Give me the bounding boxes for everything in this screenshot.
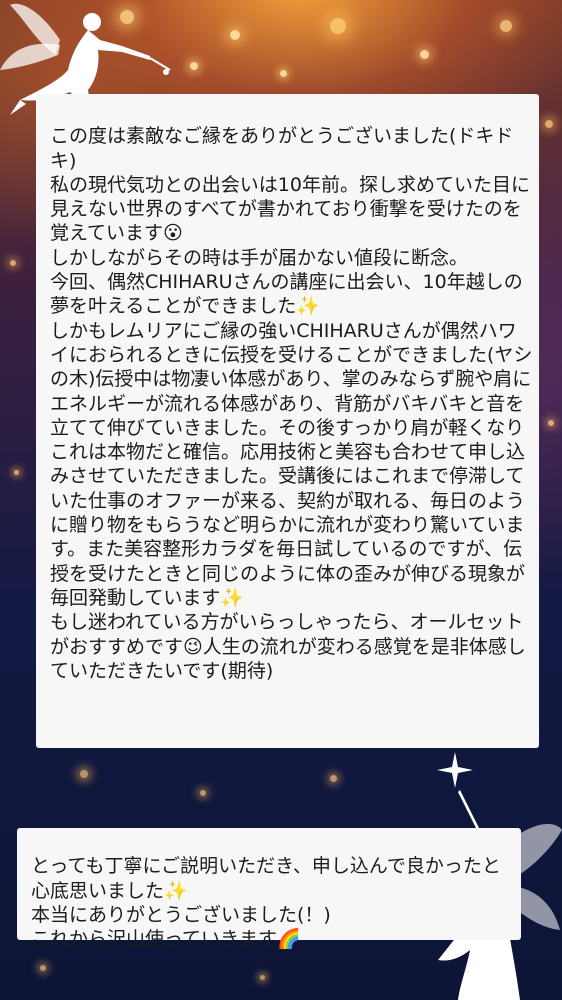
bokeh-light [200, 790, 206, 796]
bokeh-light [280, 70, 287, 77]
bokeh-light [545, 120, 553, 128]
bokeh-light [330, 775, 337, 782]
bokeh-light [230, 30, 240, 40]
testimonial-main-text: この度は素敵なご縁をありがとうございました(ドキドキ) 私の現代気功との出会いは… [50, 125, 533, 682]
bokeh-light [500, 20, 512, 32]
bokeh-light [14, 470, 19, 475]
bokeh-light [548, 420, 554, 426]
bokeh-light [190, 62, 198, 70]
bokeh-light [330, 18, 346, 34]
testimonial-card-second: とっても丁寧にご説明いただき、申し込んで良かったと心底思いました✨ 本当にありが… [17, 828, 521, 950]
testimonial-card-main: この度は素敵なご縁をありがとうございました(ドキドキ) 私の現代気功との出会いは… [36, 94, 539, 748]
testimonial-second-text: とっても丁寧にご説明いただき、申し込んで良かったと心底思いました✨ 本当にありが… [31, 855, 501, 951]
bokeh-light [40, 965, 46, 971]
sparkle-star-icon [437, 752, 473, 788]
bokeh-light [10, 260, 16, 266]
bokeh-light [80, 770, 88, 778]
bokeh-light [420, 50, 429, 59]
bokeh-light [260, 975, 265, 980]
